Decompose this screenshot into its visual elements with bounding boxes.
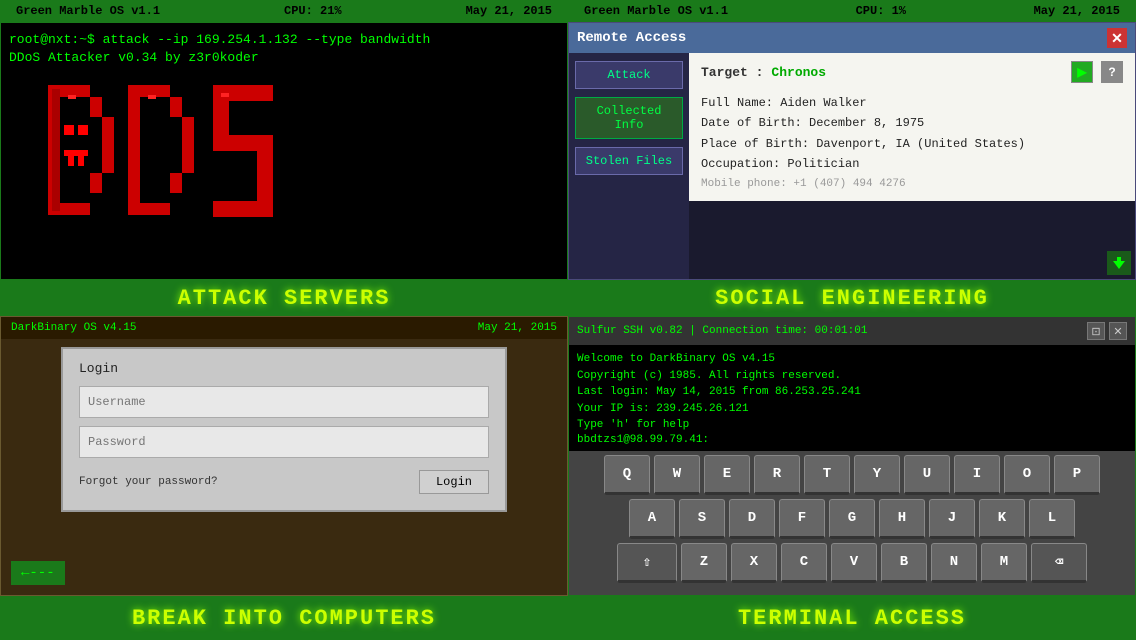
- info-pob: Place of Birth: Davenport, IA (United St…: [701, 134, 1123, 154]
- ra-main-content: Target : Chronos ▶ ? Full Name: Aiden Wa…: [689, 53, 1135, 201]
- key-w[interactable]: W: [654, 455, 700, 495]
- ssh-header: Sulfur SSH v0.82 | Connection time: 00:0…: [569, 317, 1135, 345]
- key-d[interactable]: D: [729, 499, 775, 539]
- key-q[interactable]: Q: [604, 455, 650, 495]
- info-dob: Date of Birth: December 8, 1975: [701, 113, 1123, 133]
- nav-forward-button[interactable]: ▶: [1071, 61, 1093, 83]
- username-input[interactable]: [79, 386, 489, 418]
- info-full-name: Full Name: Aiden Walker: [701, 93, 1123, 113]
- ssh-line-4: Your IP is: 239.245.26.121: [577, 401, 1127, 418]
- os-label-left: Green Marble OS v1.1: [16, 4, 160, 18]
- cpu-label-left: CPU: 21%: [284, 4, 342, 18]
- ssh-close-button[interactable]: ✕: [1109, 322, 1127, 340]
- info-occupation: Occupation: Politician: [701, 154, 1123, 174]
- terminal-panel: root@nxt:~$ attack --ip 169.254.1.132 --…: [0, 22, 568, 280]
- ra-close-button[interactable]: ✕: [1107, 28, 1127, 48]
- attack-button[interactable]: Attack: [575, 61, 683, 89]
- key-n[interactable]: N: [931, 543, 977, 583]
- key-h[interactable]: H: [879, 499, 925, 539]
- nav-help-button[interactable]: ?: [1101, 61, 1123, 83]
- key-x[interactable]: X: [731, 543, 777, 583]
- login-title: Login: [79, 361, 489, 376]
- break-into-computers-panel: DarkBinary OS v4.15 May 21, 2015 Login F…: [0, 316, 568, 596]
- ssh-line-2: Copyright (c) 1985. All rights reserved.: [577, 368, 1127, 385]
- password-input[interactable]: [79, 426, 489, 458]
- back-arrow-button[interactable]: ←---: [11, 561, 65, 585]
- key-o[interactable]: O: [1004, 455, 1050, 495]
- status-bar-left: Green Marble OS v1.1 CPU: 21% May 21, 20…: [0, 0, 568, 22]
- ra-title: Remote Access: [577, 30, 686, 46]
- ssh-line-5: Type 'h' for help: [577, 417, 1127, 434]
- stolen-files-button[interactable]: Stolen Files: [575, 147, 683, 175]
- terminal-subtitle: DDoS Attacker v0.34 by z3r0koder: [9, 49, 559, 67]
- keyboard-row-1: Q W E R T Y U I O P: [577, 455, 1127, 495]
- key-p[interactable]: P: [1054, 455, 1100, 495]
- keyboard-row-3: ⇧ Z X C V B N M ⌫: [577, 543, 1127, 583]
- arrow-text: ←---: [21, 565, 55, 581]
- key-t[interactable]: T: [804, 455, 850, 495]
- terminal-access-panel: Sulfur SSH v0.82 | Connection time: 00:0…: [568, 316, 1136, 596]
- key-k[interactable]: K: [979, 499, 1025, 539]
- target-value: Chronos: [771, 65, 1063, 80]
- ssh-line-1: Welcome to DarkBinary OS v4.15: [577, 351, 1127, 368]
- darkbinary-os: DarkBinary OS v4.15: [11, 322, 136, 334]
- key-f[interactable]: F: [779, 499, 825, 539]
- collected-info-button[interactable]: Collected Info: [575, 97, 683, 139]
- ssh-line-3: Last login: May 14, 2015 from 86.253.25.…: [577, 384, 1127, 401]
- remote-access-panel: Remote Access ✕ Attack Collected Info St…: [568, 22, 1136, 280]
- darkbinary-date: May 21, 2015: [478, 322, 557, 334]
- attack-servers-label: ATTACK SERVERS: [0, 280, 568, 316]
- ra-sidebar: Attack Collected Info Stolen Files: [569, 53, 689, 279]
- login-button[interactable]: Login: [419, 470, 489, 494]
- status-bar-right: Green Marble OS v1.1 CPU: 1% May 21, 201…: [568, 0, 1136, 22]
- social-engineering-label: SOCIAL ENGINEERING: [568, 280, 1136, 316]
- key-shift[interactable]: ⇧: [617, 543, 677, 583]
- key-e[interactable]: E: [704, 455, 750, 495]
- date-label-left: May 21, 2015: [466, 4, 552, 18]
- key-m[interactable]: M: [981, 543, 1027, 583]
- terminal-access-section-label: TERMINAL ACCESS: [568, 596, 1136, 640]
- key-c[interactable]: C: [781, 543, 827, 583]
- key-v[interactable]: V: [831, 543, 877, 583]
- keyboard: Q W E R T Y U I O P A S D F G H J K L: [569, 451, 1135, 595]
- ssh-body: Welcome to DarkBinary OS v4.15 Copyright…: [569, 345, 1135, 451]
- key-s[interactable]: S: [679, 499, 725, 539]
- key-backspace[interactable]: ⌫: [1031, 543, 1087, 583]
- key-i[interactable]: I: [954, 455, 1000, 495]
- key-u[interactable]: U: [904, 455, 950, 495]
- ddos-logo: [9, 67, 559, 235]
- date-label-right: May 21, 2015: [1034, 4, 1120, 18]
- os-label-right: Green Marble OS v1.1: [584, 4, 728, 18]
- ra-titlebar: Remote Access ✕: [569, 23, 1135, 53]
- forgot-password-text: Forgot your password?: [79, 476, 218, 488]
- break-into-computers-section-label: BREAK INTO COMPUTERS: [0, 596, 568, 640]
- ssh-title: Sulfur SSH v0.82 | Connection time: 00:0…: [577, 325, 867, 337]
- info-mobile: Mobile phone: +1 (407) 494 4276: [701, 175, 1123, 194]
- key-y[interactable]: Y: [854, 455, 900, 495]
- target-label: Target :: [701, 65, 763, 80]
- download-button[interactable]: [1107, 251, 1131, 275]
- ssh-prompt: bbdtzs1@98.99.79.41:: [577, 434, 1127, 446]
- cpu-label-right: CPU: 1%: [856, 4, 906, 18]
- key-g[interactable]: G: [829, 499, 875, 539]
- terminal-command: root@nxt:~$ attack --ip 169.254.1.132 --…: [9, 31, 559, 49]
- key-z[interactable]: Z: [681, 543, 727, 583]
- key-b[interactable]: B: [881, 543, 927, 583]
- darkbinary-status-bar: DarkBinary OS v4.15 May 21, 2015: [1, 317, 567, 339]
- login-window: Login Forgot your password? Login: [61, 347, 507, 512]
- ssh-restore-button[interactable]: ⊡: [1087, 322, 1105, 340]
- keyboard-row-2: A S D F G H J K L: [577, 499, 1127, 539]
- key-j[interactable]: J: [929, 499, 975, 539]
- key-a[interactable]: A: [629, 499, 675, 539]
- key-r[interactable]: R: [754, 455, 800, 495]
- key-l[interactable]: L: [1029, 499, 1075, 539]
